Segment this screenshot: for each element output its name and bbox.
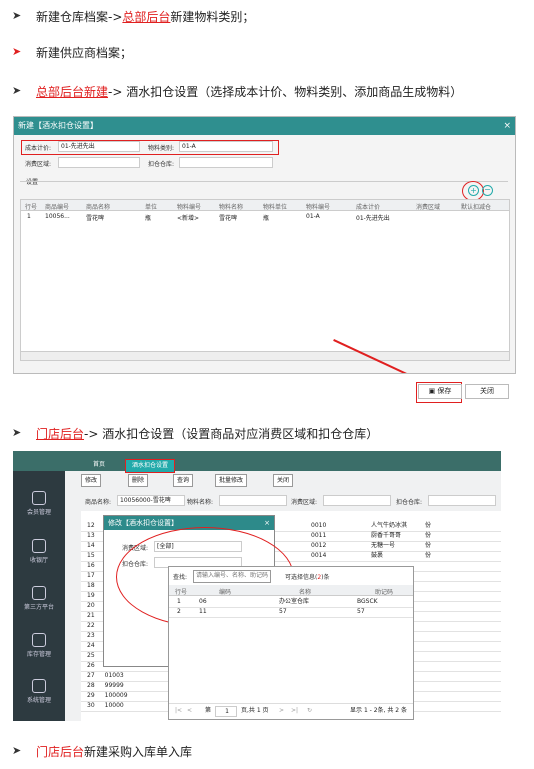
- save-icon: ▣: [428, 387, 436, 395]
- material-name-filter[interactable]: [219, 495, 287, 506]
- next-page-icon[interactable]: >: [279, 704, 284, 718]
- bullet-icon: ➤: [12, 84, 22, 97]
- grid-header-cell: 成本计价: [356, 204, 381, 211]
- warehouse-picker: 查找: 可选择信息(2)条 行号 编码 名称 助记码 1 06 办公室仓库 BG…: [168, 566, 414, 720]
- picker-header-cell: 助记码: [375, 589, 394, 596]
- step-1: 新建仓库档案->总部后台新建物料类别；: [36, 10, 255, 24]
- grid-cell: 01-A: [306, 213, 320, 220]
- save-button[interactable]: ▣ 保存: [418, 384, 462, 399]
- edit-button[interactable]: 修改: [81, 474, 102, 487]
- grid-header-cell: 物料编号: [177, 204, 202, 211]
- grid-header-cell: 商品编号: [45, 204, 70, 211]
- picker-header-cell: 行号: [175, 589, 188, 596]
- close-button[interactable]: 关闭: [273, 474, 294, 487]
- grid-header-cell: 行号: [25, 204, 38, 211]
- grid-cell: 1: [27, 213, 31, 220]
- product-name-filter[interactable]: 10056000-雪花啤: [117, 495, 185, 506]
- grid-header-cell: 物料名称: [219, 204, 244, 211]
- grid-cell: <新增>: [177, 215, 200, 222]
- cost-method-select[interactable]: 01-先进先出: [58, 141, 140, 152]
- bullet-icon: ➤: [12, 45, 22, 58]
- warehouse-select[interactable]: [179, 157, 273, 168]
- bullet-icon: ➤: [12, 9, 22, 22]
- grid-header-cell: 物料单位: [263, 204, 288, 211]
- selectable-count: 可选择信息(2)条: [285, 574, 330, 581]
- pager: |< < 第 1 页,共 1 页 > >| ↻ 显示 1 - 2条, 共 2 条: [169, 703, 413, 718]
- first-page-icon[interactable]: |<: [175, 704, 182, 718]
- sidebar-item-member[interactable]: 会员管理: [13, 491, 65, 516]
- grid-cell: 雪花啤: [86, 215, 105, 222]
- grid-header-cell: 单位: [145, 204, 158, 211]
- area-select[interactable]: [58, 157, 140, 168]
- member-icon: [32, 491, 46, 505]
- close-icon[interactable]: ×: [264, 516, 270, 530]
- settings-grid: 行号 商品编号 商品名称 单位 物料编号 物料名称 物料单位 物料编号 成本计价…: [20, 199, 510, 361]
- batch-edit-button[interactable]: 批量修改: [215, 474, 248, 487]
- step-3: 总部后台新建-> 酒水扣仓设置（选择成本计价、物料类别、添加商品生成物料）: [36, 85, 463, 99]
- step-2: 新建供应商档案；: [36, 46, 133, 60]
- tab-home[interactable]: 首页: [87, 459, 111, 471]
- grid-cell: 10056...: [45, 213, 70, 220]
- query-button[interactable]: 查询: [173, 474, 194, 487]
- wine-deduct-settings-screenshot: 新建【酒水扣仓设置】 × 成本计价: 01-先进先出 物料类别: 01-A 消费区…: [13, 116, 516, 374]
- grid-header-cell: 商品名称: [86, 204, 111, 211]
- section-divider: [20, 181, 508, 182]
- picker-header-cell: 名称: [299, 589, 312, 596]
- grid-header-cell: 物料编号: [306, 204, 331, 211]
- picker-row[interactable]: 2 11 57 57: [169, 607, 413, 618]
- close-icon[interactable]: ×: [503, 117, 511, 135]
- dialog-title-bar: 新建【酒水扣仓设置】 ×: [14, 117, 515, 135]
- hq-backend-new-link[interactable]: 总部后台新建: [36, 85, 108, 99]
- last-page-icon[interactable]: >|: [291, 704, 298, 718]
- refresh-icon[interactable]: ↻: [307, 704, 312, 718]
- grid-cell: 瓶: [263, 215, 270, 222]
- grid-cell: 01-先进先出: [356, 215, 390, 222]
- step-5: 门店后台新建采购入库单入库: [36, 745, 193, 759]
- remove-row-icon[interactable]: −: [482, 185, 493, 196]
- horizontal-scrollbar[interactable]: [21, 351, 509, 360]
- grid-cell: 雪花啤: [219, 215, 238, 222]
- grid-header-cell: 消费区域: [416, 204, 441, 211]
- category-select[interactable]: 01-A: [179, 141, 273, 152]
- bullet-icon: ➤: [12, 426, 22, 439]
- warehouse-search-input[interactable]: [193, 570, 271, 583]
- close-button[interactable]: 关闭: [465, 384, 509, 399]
- tab-wine-settings[interactable]: 酒水扣仓设置: [125, 459, 176, 473]
- step-4: 门店后台-> 酒水扣仓设置（设置商品对应消费区域和扣仓仓库）: [36, 427, 379, 441]
- picker-header-cell: 编码: [219, 589, 232, 596]
- grid-header-cell: 默认扣减仓: [461, 204, 492, 211]
- hq-backend-link[interactable]: 总部后台: [122, 10, 170, 24]
- grid-cell: 瓶: [145, 215, 152, 222]
- prev-page-icon[interactable]: <: [187, 704, 192, 718]
- store-backend-link[interactable]: 门店后台: [36, 745, 84, 759]
- highlight-circle: [462, 181, 484, 201]
- bullet-icon: ➤: [12, 744, 22, 757]
- page-input[interactable]: 1: [215, 706, 237, 717]
- store-backend-link[interactable]: 门店后台: [36, 427, 84, 441]
- area-filter[interactable]: [323, 495, 391, 506]
- warehouse-filter[interactable]: [428, 495, 496, 506]
- delete-button[interactable]: 删除: [128, 474, 149, 487]
